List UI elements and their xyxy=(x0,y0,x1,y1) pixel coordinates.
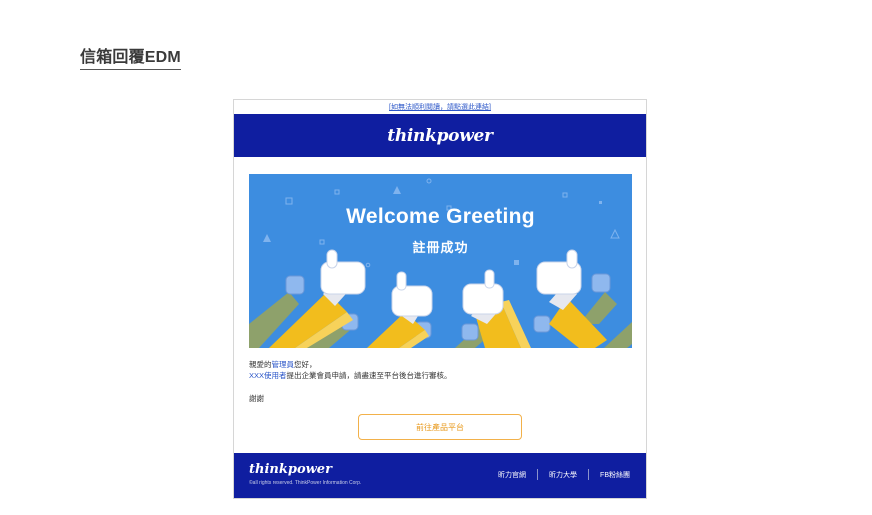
footer-copyright: ©all rights reserved. ThinkPower Informa… xyxy=(249,480,362,486)
section-title: 信箱回覆EDM xyxy=(80,43,181,70)
footer-link-university[interactable]: 昕力大學 xyxy=(549,470,577,480)
email-footer: thinkpower ©all rights reserved. ThinkPo… xyxy=(234,453,646,498)
thumbs-up-illustration xyxy=(249,178,632,348)
brand-logo: thinkpower xyxy=(387,125,493,146)
banner-subtitle: 註冊成功 xyxy=(412,240,469,255)
message-line: XXX使用者提出企業會員申請，請盡速至平台後台進行審核。 xyxy=(249,370,634,381)
greeting-suffix: 您好， xyxy=(294,360,317,369)
banner-title: Welcome Greeting xyxy=(346,205,535,228)
welcome-banner: Welcome Greeting 註冊成功 xyxy=(249,174,632,348)
footer-logo: thinkpower xyxy=(249,462,332,477)
greeting-prefix: 親愛的 xyxy=(249,360,272,369)
view-online-link[interactable]: [如無法順利閱讀，請點選此連結] xyxy=(389,102,491,112)
recipient-role: 管理員 xyxy=(271,360,295,369)
email-header: thinkpower xyxy=(234,114,646,157)
message-text: 提出企業會員申請，請盡速至平台後台進行審核。 xyxy=(286,371,452,380)
footer-links: 昕力官網 昕力大學 FB粉絲團 xyxy=(498,469,630,480)
footer-link-facebook[interactable]: FB粉絲團 xyxy=(600,470,630,480)
email-body: 親愛的管理員您好， XXX使用者提出企業會員申請，請盡速至平台後台進行審核。 xyxy=(249,359,634,381)
footer-divider xyxy=(588,469,590,480)
applicant-name: XXX使用者 xyxy=(249,371,287,380)
thanks-text: 謝謝 xyxy=(249,394,264,403)
view-online-bar: [如無法順利閱讀，請點選此連結] xyxy=(234,100,646,114)
greeting-line: 親愛的管理員您好， xyxy=(249,359,634,370)
footer-link-website[interactable]: 昕力官網 xyxy=(498,470,526,480)
go-to-platform-button[interactable]: 前往產品平台 xyxy=(358,414,522,440)
footer-divider xyxy=(537,469,539,480)
email-preview: [如無法順利閱讀，請點選此連結] thinkpower Welcome Gree… xyxy=(233,99,647,499)
